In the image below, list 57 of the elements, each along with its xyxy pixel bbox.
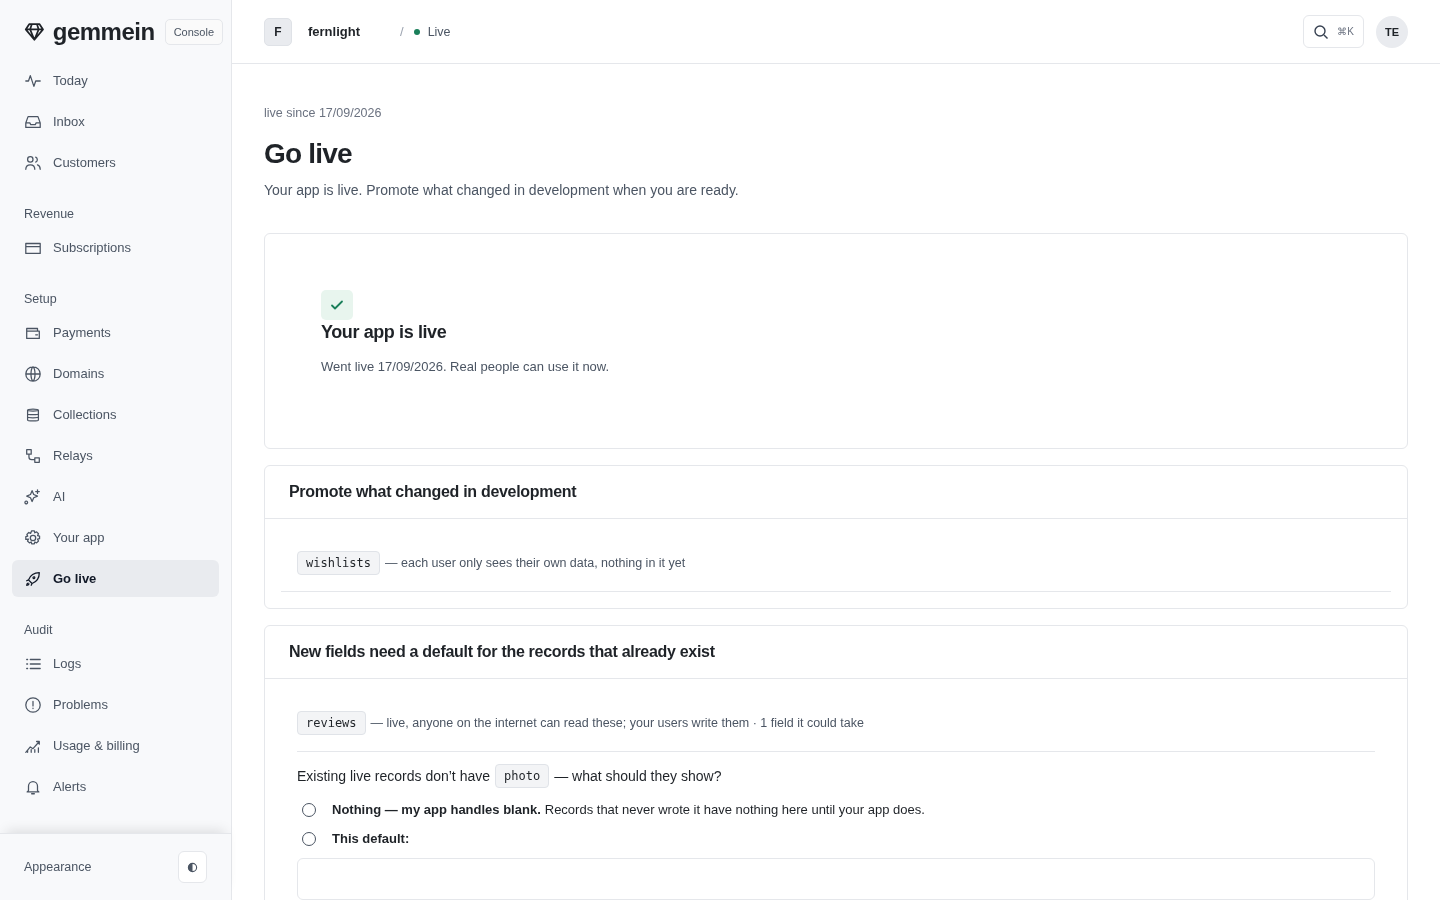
question-text: Existing live records don’t have <box>297 768 490 784</box>
live-text: Went live 17/09/2026. Real people can use it now. <box>321 359 611 374</box>
nav-section-heading: Revenue <box>23 206 76 223</box>
appearance-label: Appearance <box>24 860 92 874</box>
field-code: photo <box>495 764 550 788</box>
nav-item[interactable]: Problems <box>12 686 219 723</box>
nav-item[interactable]: Customers <box>12 144 219 181</box>
status-label: Live <box>427 24 451 39</box>
nav-item[interactable]: Inbox <box>12 103 219 140</box>
live-title: Your app is live <box>321 322 448 343</box>
default-input-field[interactable] <box>297 858 1375 900</box>
nav-item[interactable]: Today <box>12 62 219 99</box>
search-icon <box>1313 23 1330 40</box>
nav-item[interactable]: Domains <box>12 355 219 392</box>
option-label: Nothing — my app handles blank. Records that never wrote it have nothing here until your app does. <box>332 802 925 817</box>
brand-name: gemmein <box>52 18 155 46</box>
project-name[interactable]: fernlight <box>308 24 400 39</box>
users-icon <box>24 153 42 172</box>
card-title: New fields need a default for the records that already exist <box>265 626 1407 679</box>
globe-icon <box>24 364 42 383</box>
alert-icon <box>24 695 42 714</box>
nav-item[interactable]: Subscriptions <box>12 229 219 266</box>
option-label: This default: <box>332 831 410 846</box>
nav-item[interactable]: Alerts <box>12 768 219 805</box>
question-text: — what should they show? <box>554 768 722 784</box>
user-avatar[interactable]: TE <box>1376 15 1408 48</box>
search-button[interactable]: ⌘K <box>1303 15 1364 48</box>
nav-section-heading: Audit <box>23 622 54 639</box>
nav-item[interactable]: Usage & billing <box>12 727 219 764</box>
page-subtitle: Your app is live. Promote what changed in development when you are ready. <box>264 182 740 198</box>
nav-item[interactable]: AI <box>12 478 219 515</box>
console-badge: Console <box>164 19 223 45</box>
rocket-icon <box>24 569 42 588</box>
nav-item[interactable]: Payments <box>12 314 219 351</box>
nav-section-heading: Setup <box>23 291 58 308</box>
nav-item[interactable]: Relays <box>12 437 219 474</box>
database-icon <box>24 405 42 424</box>
card-title: Promote what changed in development <box>265 466 1407 519</box>
nav-item[interactable]: Collections <box>12 396 219 433</box>
breadcrumb-separator: / <box>400 24 404 39</box>
collection-description: — live, anyone on the internet can read these; your users write them · 1 field it could take <box>370 716 864 730</box>
page-eyebrow: live since 17/09/2026 <box>264 106 383 120</box>
relay-icon <box>24 446 42 465</box>
nav-item[interactable]: Go live <box>12 560 219 597</box>
theme-toggle-button[interactable] <box>178 851 207 883</box>
nav-item[interactable]: Logs <box>12 645 219 682</box>
collection-code: wishlists <box>297 551 381 575</box>
collection-code: reviews <box>297 711 366 735</box>
contrast-icon <box>187 861 198 873</box>
page-title: Go live <box>264 138 353 170</box>
project-avatar: F <box>264 17 292 46</box>
collection-description: — each user only sees their own data, nothing in it yet <box>385 556 686 570</box>
gem-logo-icon <box>24 20 45 44</box>
sparkle-icon <box>24 487 42 506</box>
gear-icon <box>24 528 42 547</box>
nav-item[interactable]: Your app <box>12 519 219 556</box>
status-dot <box>413 28 420 35</box>
